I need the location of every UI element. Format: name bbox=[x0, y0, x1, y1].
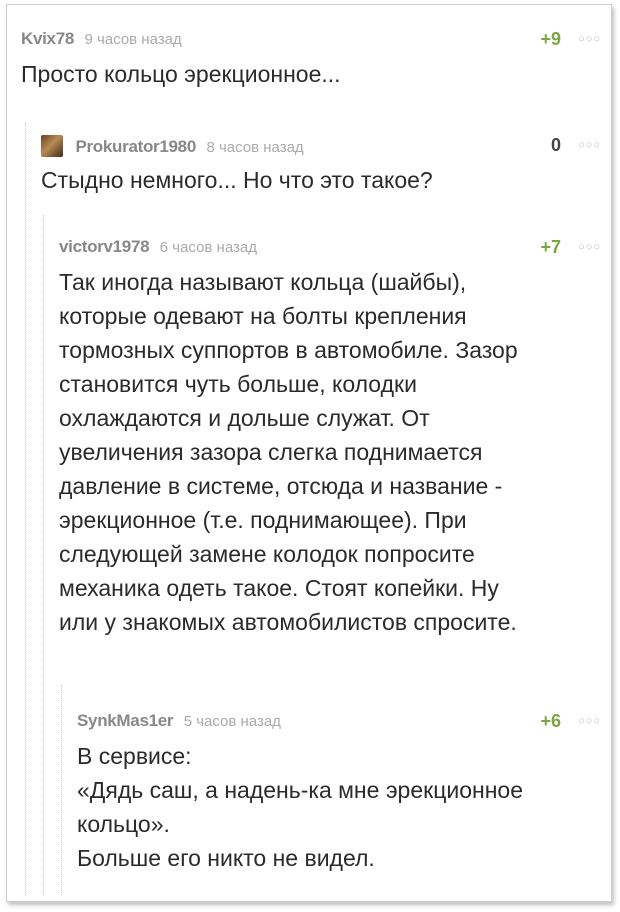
comment-line: эрекционное (т.е. поднимающее). При bbox=[59, 507, 467, 533]
comment-line: давление в системе, отсюда и название - bbox=[59, 473, 503, 499]
thread-line-level-3 bbox=[61, 685, 62, 895]
comment-body: Так иногда называют кольца (шайбы), кото… bbox=[59, 265, 601, 639]
comment-line: становится чуть больше, колодки bbox=[59, 371, 417, 397]
comment-menu-icon[interactable]: ○○○ bbox=[578, 33, 601, 45]
comment-rating: 0 bbox=[550, 135, 561, 155]
comment-line: Так иногда называют кольца (шайбы), bbox=[59, 269, 467, 295]
comment-line: механика одеть такое. Стоят копейки. Ну bbox=[59, 575, 499, 601]
comment-time[interactable]: 5 часов назад bbox=[184, 713, 281, 730]
comment-rating: +9 bbox=[540, 29, 561, 49]
comment-2: Prokurator1980 8 часов назад 0 ○○○ Стыдн… bbox=[41, 135, 601, 197]
comment-line: охлаждаются и дольше служат. От bbox=[59, 405, 430, 431]
comment-header: Prokurator1980 8 часов назад 0 ○○○ bbox=[41, 135, 601, 157]
comment-menu-icon[interactable]: ○○○ bbox=[578, 715, 601, 727]
thread-line-level-1 bbox=[25, 123, 26, 895]
comment-line: Просто кольцо эрекционное... bbox=[21, 61, 341, 87]
comment-body: Просто кольцо эрекционное... bbox=[21, 57, 601, 91]
comment-3: victorv1978 6 часов назад +7 ○○○ Так ино… bbox=[59, 237, 601, 639]
comments-panel: Kvix78 9 часов назад +9 ○○○ Просто кольц… bbox=[6, 4, 612, 902]
comment-line: кольцо». bbox=[77, 811, 170, 837]
comment-menu-icon[interactable]: ○○○ bbox=[578, 139, 601, 151]
comment-line: тормозных суппортов в автомобиле. Зазор bbox=[59, 337, 518, 363]
thread-line-level-2 bbox=[43, 215, 44, 895]
comment-body: Стыдно немного... Но что это такое? bbox=[41, 163, 601, 197]
comment-1: Kvix78 9 часов назад +9 ○○○ Просто кольц… bbox=[21, 29, 601, 91]
user-avatar-icon[interactable] bbox=[41, 135, 63, 157]
comment-author[interactable]: Prokurator1980 bbox=[75, 137, 196, 156]
comment-body: В сервисе: «Дядь саш, а надень-ка мне эр… bbox=[77, 739, 601, 875]
comment-time[interactable]: 9 часов назад bbox=[84, 31, 181, 48]
comment-rating: +7 bbox=[540, 237, 561, 257]
comment-menu-icon[interactable]: ○○○ bbox=[578, 241, 601, 253]
comment-line: «Дядь саш, а надень-ка мне эрекционное bbox=[77, 777, 523, 803]
comment-time[interactable]: 6 часов назад bbox=[160, 239, 257, 256]
comment-author[interactable]: Kvix78 bbox=[21, 29, 74, 48]
comment-line: или у знакомых автомобилистов спросите. bbox=[59, 609, 517, 635]
comment-line: которые одевают на болты крепления bbox=[59, 303, 467, 329]
comment-rating: +6 bbox=[540, 711, 561, 731]
comment-line: Больше его никто не видел. bbox=[77, 845, 375, 871]
comment-header: Kvix78 9 часов назад +9 ○○○ bbox=[21, 29, 601, 51]
comment-line: следующей замене колодок попросите bbox=[59, 541, 475, 567]
comment-4: SynkMas1er 5 часов назад +6 ○○○ В сервис… bbox=[77, 711, 601, 875]
comment-line: В сервисе: bbox=[77, 743, 192, 769]
comment-time[interactable]: 8 часов назад bbox=[206, 139, 303, 156]
comment-author[interactable]: SynkMas1er bbox=[77, 711, 174, 730]
comment-author[interactable]: victorv1978 bbox=[59, 237, 150, 256]
comment-line: увеличения зазора слегка поднимается bbox=[59, 439, 483, 465]
comment-header: victorv1978 6 часов назад +7 ○○○ bbox=[59, 237, 601, 259]
comment-line: Стыдно немного... Но что это такое? bbox=[41, 167, 433, 193]
comment-header: SynkMas1er 5 часов назад +6 ○○○ bbox=[77, 711, 601, 733]
